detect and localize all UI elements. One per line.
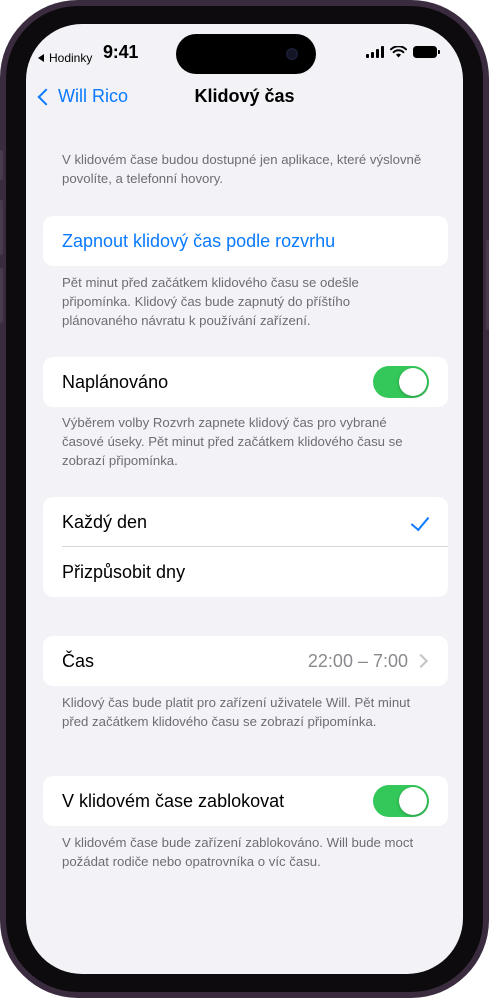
day-option-label: Přizpůsobit dny <box>62 561 186 582</box>
page-title: Klidový čas <box>194 86 295 106</box>
block-toggle[interactable] <box>373 785 429 817</box>
toggle-knob <box>399 368 427 396</box>
time-card: Čas 22:00 – 7:00 <box>43 636 448 686</box>
volume-up-button <box>0 200 3 255</box>
checkmark-icon <box>410 511 430 532</box>
block-card: V klidovém čase zablokovat <box>43 776 448 826</box>
schedule-link-row[interactable]: Zapnout klidový čas podle rozvrhu <box>43 216 448 266</box>
schedule-link-card: Zapnout klidový čas podle rozvrhu <box>43 216 448 266</box>
scheduled-footnote: Výběrem volby Rozvrh zapnete klidový čas… <box>62 415 403 468</box>
screen: Hodinky 9:41 Will Rico Klidový čas V kli… <box>26 24 463 974</box>
time-row[interactable]: Čas 22:00 – 7:00 <box>43 636 448 686</box>
schedule-link-label: Zapnout klidový čas podle rozvrhu <box>62 230 336 251</box>
scheduled-card: Naplánováno <box>43 357 448 407</box>
volume-down-button <box>0 268 3 323</box>
dynamic-island <box>176 34 316 74</box>
toggle-knob <box>399 787 427 815</box>
day-option-every-day[interactable]: Každý den <box>43 497 448 547</box>
block-row: V klidovém čase zablokovat <box>43 776 448 826</box>
day-option-label: Každý den <box>62 511 148 532</box>
time-label: Čas <box>62 650 95 671</box>
schedule-link-footnote: Pět minut před začátkem klidového času s… <box>62 275 359 328</box>
scheduled-toggle[interactable] <box>373 366 429 398</box>
scheduled-label: Naplánováno <box>62 371 169 392</box>
nav-bar: Will Rico Klidový čas <box>26 86 463 112</box>
camera-icon <box>286 48 298 60</box>
signal-icon <box>366 46 384 58</box>
time-value: 22:00 – 7:00 <box>307 651 408 671</box>
status-back-to-app[interactable]: Hodinky <box>38 51 92 65</box>
block-footnote: V klidovém čase bude zařízení zablokován… <box>62 835 414 869</box>
action-button <box>0 150 3 180</box>
status-time: 9:41 <box>103 42 139 62</box>
wifi-icon <box>390 46 407 58</box>
scheduled-row: Naplánováno <box>43 357 448 407</box>
days-card: Každý den Přizpůsobit dny <box>43 497 448 597</box>
status-icons <box>366 46 440 58</box>
battery-icon <box>413 46 440 58</box>
intro-text: V klidovém čase budou dostupné jen aplik… <box>62 152 422 186</box>
status-back-label: Hodinky <box>49 51 93 65</box>
chevron-right-icon <box>413 653 429 669</box>
day-option-custom-days[interactable]: Přizpůsobit dny <box>43 547 448 597</box>
block-label: V klidovém čase zablokovat <box>62 790 285 811</box>
back-triangle-icon <box>38 54 44 62</box>
time-footnote: Klidový čas bude platit pro zařízení uži… <box>62 695 411 729</box>
